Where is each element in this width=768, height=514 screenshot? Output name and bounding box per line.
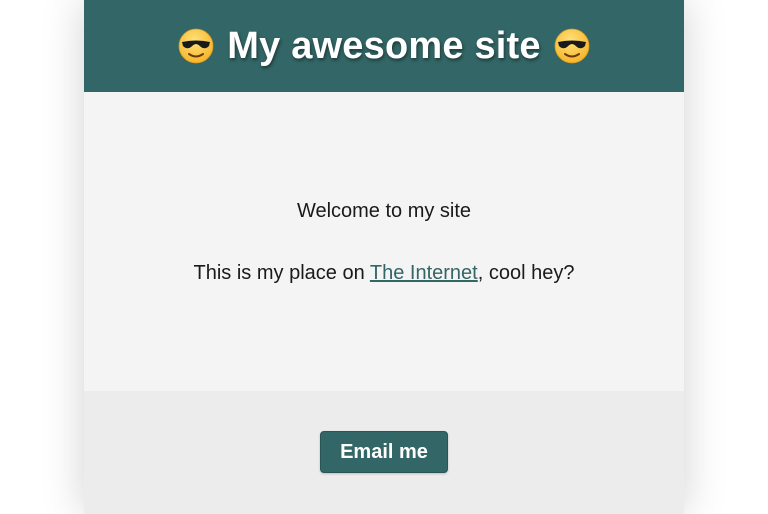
email-me-button[interactable]: Email me (320, 431, 448, 473)
smiling-face-with-sunglasses-icon (178, 28, 214, 64)
internet-link[interactable]: The Internet (370, 262, 478, 284)
page-container: My awesome site Welcome to my site This … (84, 0, 684, 514)
intro-text-after: , cool hey? (477, 262, 575, 284)
intro-text-before: This is my place on (193, 262, 370, 284)
site-footer: Email me (84, 391, 684, 514)
welcome-text: Welcome to my site (296, 200, 472, 222)
smiling-face-with-sunglasses-icon (554, 28, 590, 64)
main-content: Welcome to my site This is my place on T… (84, 92, 684, 391)
site-title: My awesome site (227, 24, 541, 67)
intro-text: This is my place on The Internet, cool h… (84, 261, 684, 285)
site-header: My awesome site (84, 0, 684, 92)
